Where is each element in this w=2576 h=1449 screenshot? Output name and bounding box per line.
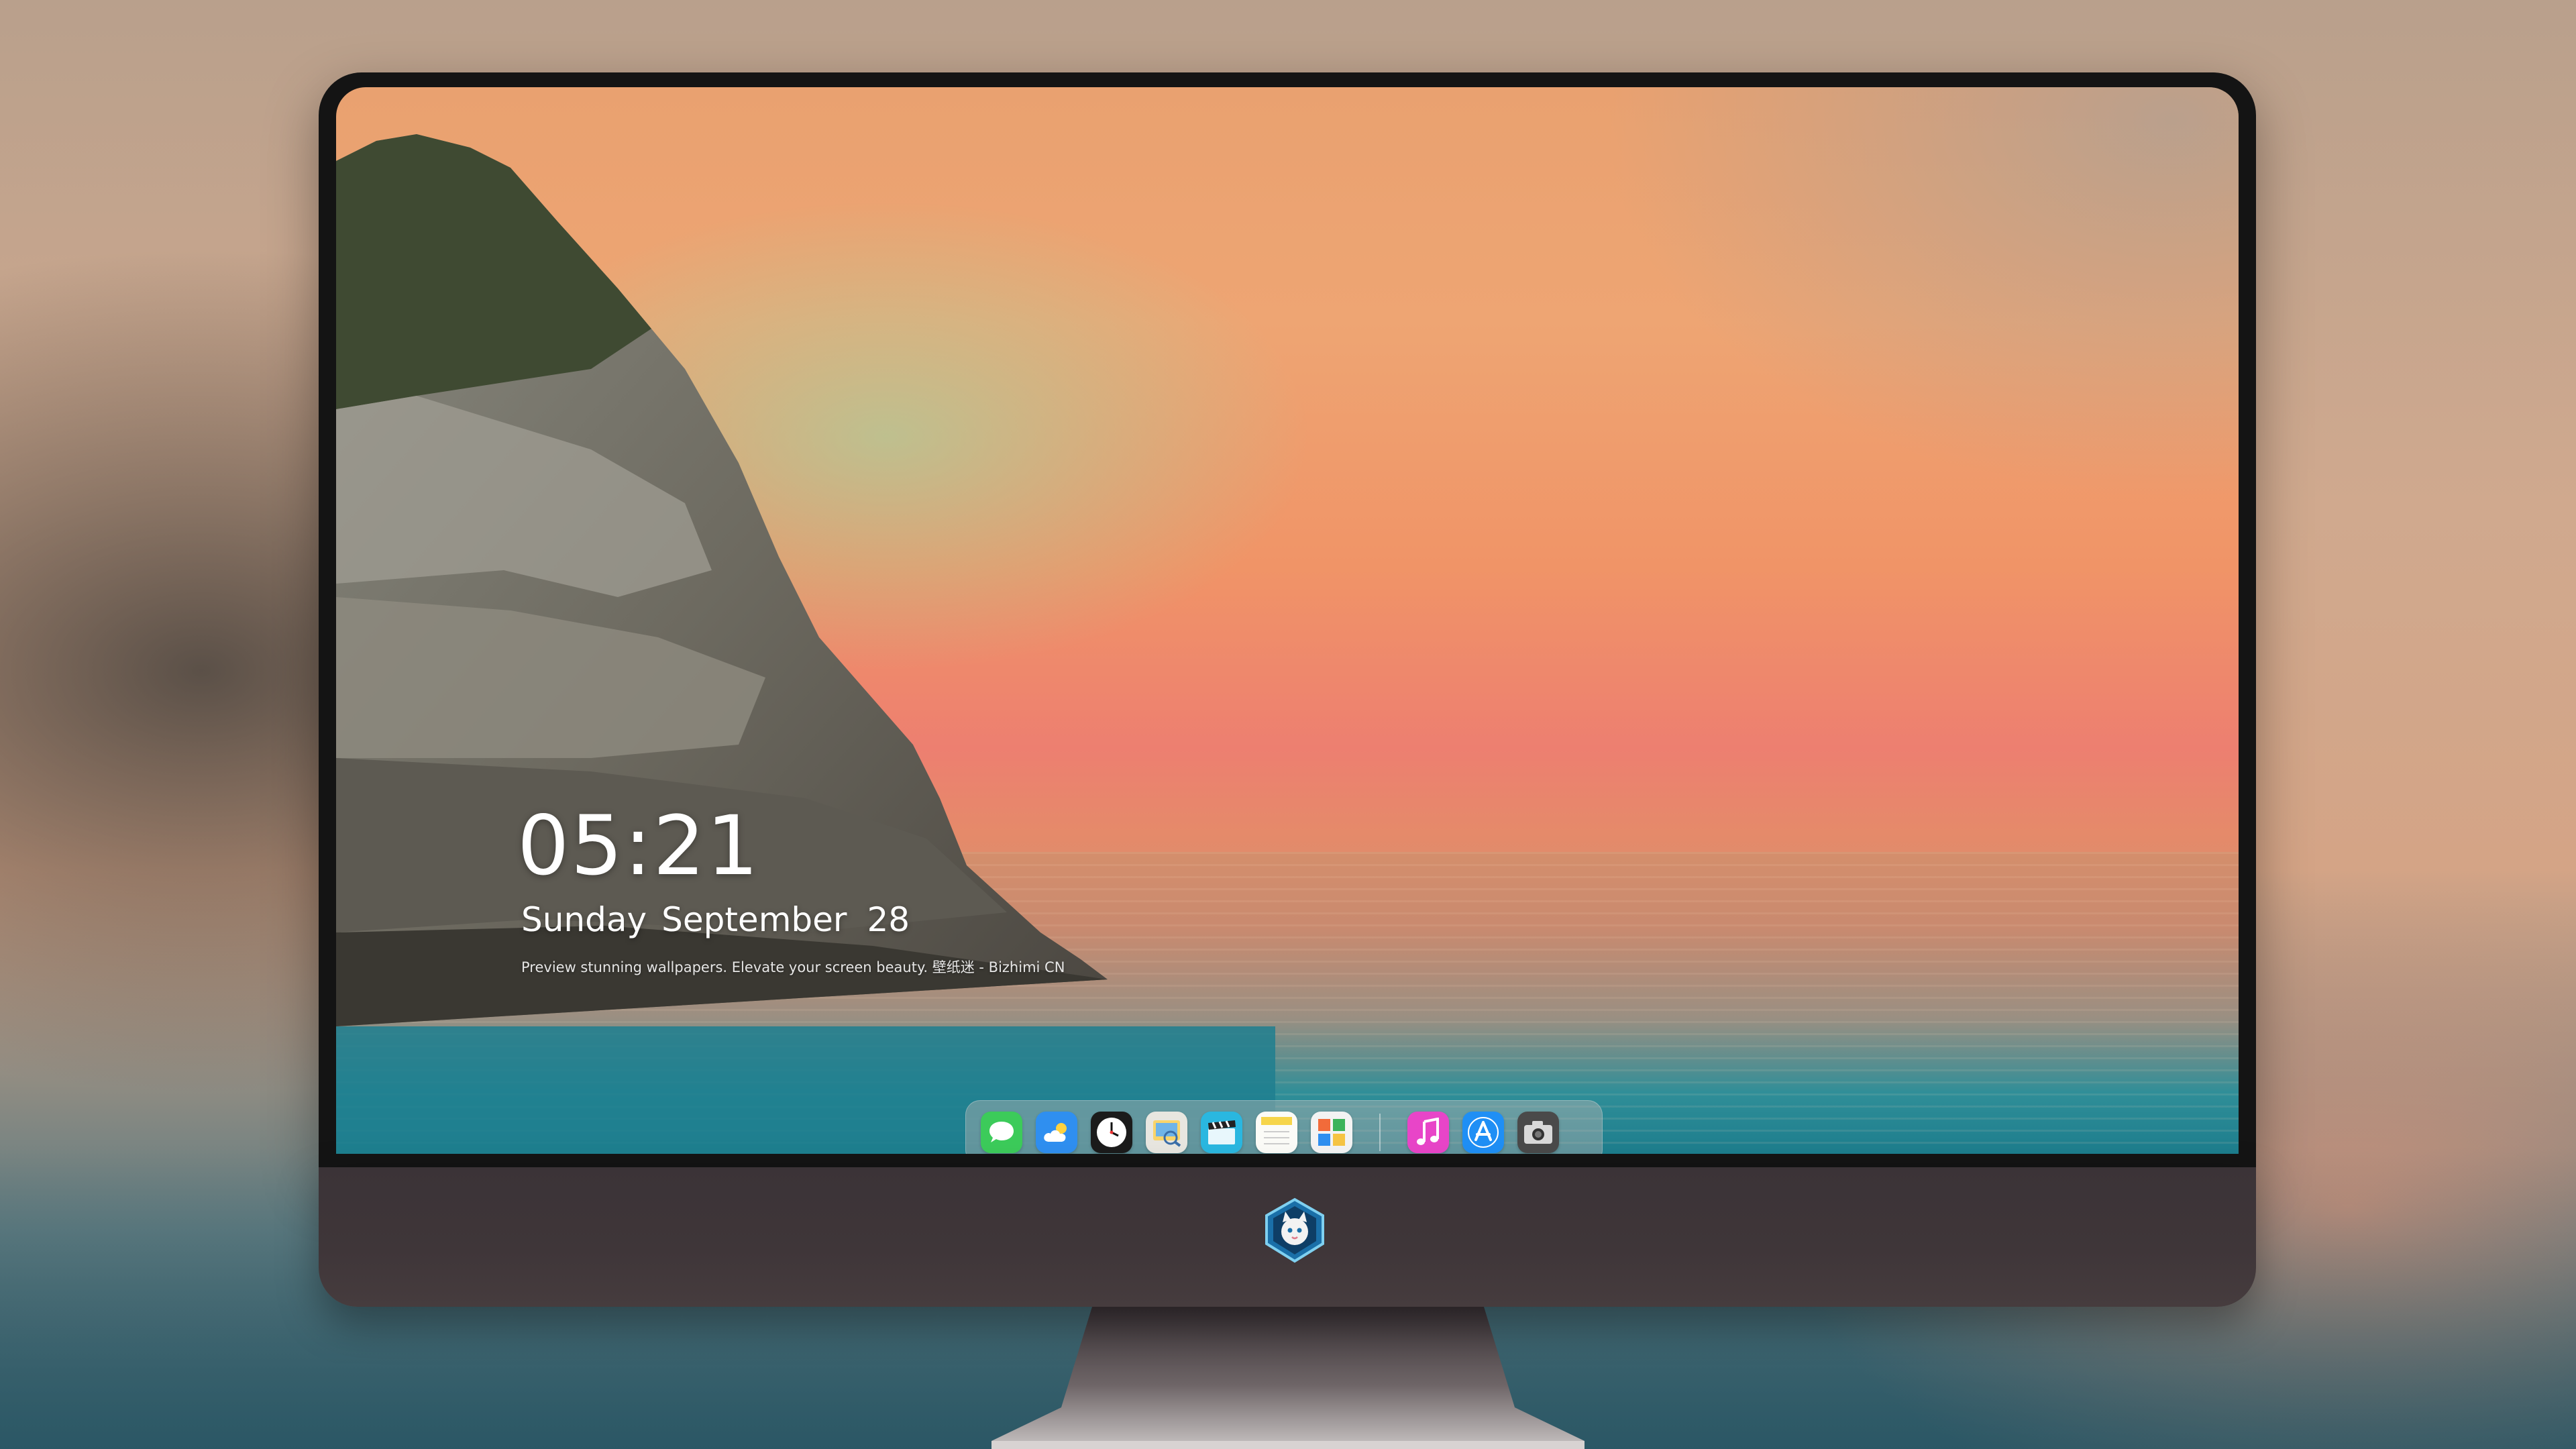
lock-screen: 05:21 Sunday September 28 Preview stunning… — [336, 87, 2239, 1154]
desktop-backdrop: 05:21 Sunday September 28 Preview stunning… — [0, 0, 2576, 1449]
dock — [965, 1100, 1603, 1154]
monitor-bezel: 05:21 Sunday September 28 Preview stunning… — [319, 72, 2256, 1167]
monitor-stand — [991, 1307, 1585, 1449]
camera-icon[interactable] — [1517, 1112, 1559, 1153]
app-store-icon[interactable] — [1462, 1112, 1504, 1153]
date-month: September — [661, 900, 847, 939]
dock-separator — [1379, 1114, 1381, 1151]
date-day: 28 — [867, 900, 910, 939]
sky-tint — [1232, 87, 2239, 691]
lock-clock: 05:21 — [517, 798, 760, 894]
photo-collage-icon[interactable] — [1311, 1112, 1352, 1153]
weather-icon[interactable] — [1036, 1112, 1077, 1153]
monitor-chin — [319, 1167, 2256, 1307]
messages-icon[interactable] — [981, 1112, 1022, 1153]
date-weekday: Sunday — [521, 900, 647, 939]
monitor: 05:21 Sunday September 28 Preview stunning… — [319, 72, 2256, 1307]
clips-icon[interactable] — [1201, 1112, 1242, 1153]
lock-date: Sunday September 28 — [521, 900, 924, 939]
cat-mascot-logo-icon — [1265, 1197, 1324, 1263]
wallpaper-tagline[interactable]: Preview stunning wallpapers. Elevate you… — [521, 957, 1065, 977]
cliff-image — [336, 134, 1275, 1154]
clock-icon[interactable] — [1091, 1112, 1132, 1153]
notes-icon[interactable] — [1256, 1112, 1297, 1153]
music-icon[interactable] — [1407, 1112, 1449, 1153]
preview-icon[interactable] — [1146, 1112, 1187, 1153]
